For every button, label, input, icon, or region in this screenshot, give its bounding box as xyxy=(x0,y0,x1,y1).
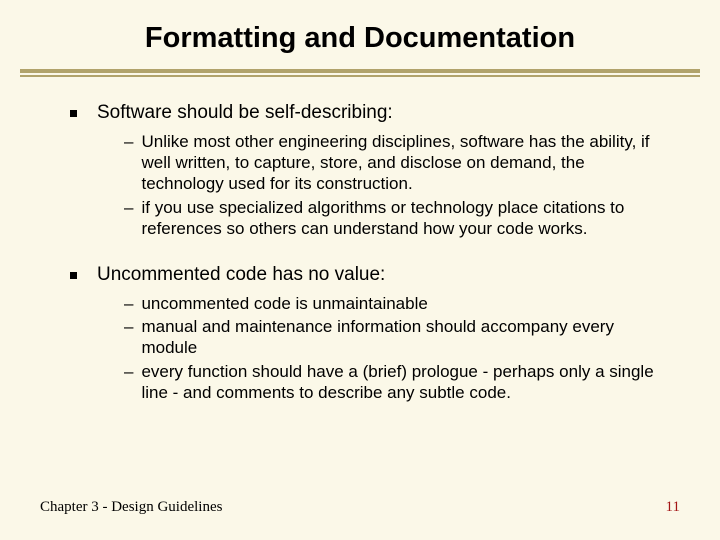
sub-item: – manual and maintenance information sho… xyxy=(124,316,670,359)
bullet-item: Uncommented code has no value: xyxy=(70,263,680,287)
dash-icon: – xyxy=(124,197,133,218)
slide-title: Formatting and Documentation xyxy=(0,0,720,65)
slide: Formatting and Documentation Software sh… xyxy=(0,0,720,540)
sub-item: – every function should have a (brief) p… xyxy=(124,361,670,404)
divider-thick xyxy=(20,69,700,73)
bullet-icon xyxy=(70,110,77,117)
sub-item: – uncommented code is unmaintainable xyxy=(124,293,670,314)
page-number: 11 xyxy=(666,499,680,516)
sub-text: every function should have a (brief) pro… xyxy=(141,361,670,404)
bullet-text: Uncommented code has no value: xyxy=(97,263,385,287)
bullet-item: Software should be self-describing: xyxy=(70,101,680,125)
sub-list: – uncommented code is unmaintainable – m… xyxy=(70,293,680,403)
sub-text: Unlike most other engineering discipline… xyxy=(141,131,670,195)
sub-item: – if you use specialized algorithms or t… xyxy=(124,197,670,240)
sub-list: – Unlike most other engineering discipli… xyxy=(70,131,680,239)
dash-icon: – xyxy=(124,131,133,152)
sub-text: uncommented code is unmaintainable xyxy=(141,293,427,314)
sub-text: manual and maintenance information shoul… xyxy=(141,316,670,359)
dash-icon: – xyxy=(124,361,133,382)
content-area: Software should be self-describing: – Un… xyxy=(0,77,720,403)
sub-item: – Unlike most other engineering discipli… xyxy=(124,131,670,195)
bullet-icon xyxy=(70,272,77,279)
footer-chapter: Chapter 3 - Design Guidelines xyxy=(40,499,222,516)
footer: Chapter 3 - Design Guidelines 11 xyxy=(40,499,680,516)
bullet-text: Software should be self-describing: xyxy=(97,101,393,125)
dash-icon: – xyxy=(124,293,133,314)
dash-icon: – xyxy=(124,316,133,337)
sub-text: if you use specialized algorithms or tec… xyxy=(141,197,670,240)
